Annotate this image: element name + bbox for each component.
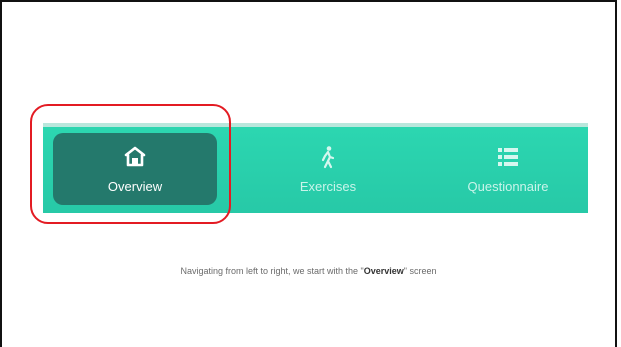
tab-exercises[interactable]: Exercises	[258, 133, 398, 205]
caption-suffix: " screen	[403, 266, 437, 276]
tab-questionnaire[interactable]: Questionnaire	[428, 133, 588, 205]
list-icon	[498, 147, 518, 166]
highlight-circle	[30, 104, 231, 224]
tab-label-questionnaire: Questionnaire	[467, 178, 549, 194]
caption-prefix: Navigating from left to right, we start …	[180, 266, 364, 276]
tab-label-exercises: Exercises	[299, 178, 357, 194]
caption: Navigating from left to right, we start …	[0, 266, 617, 276]
caption-emphasis: Overview	[363, 266, 404, 276]
walking-person-icon	[321, 145, 335, 168]
